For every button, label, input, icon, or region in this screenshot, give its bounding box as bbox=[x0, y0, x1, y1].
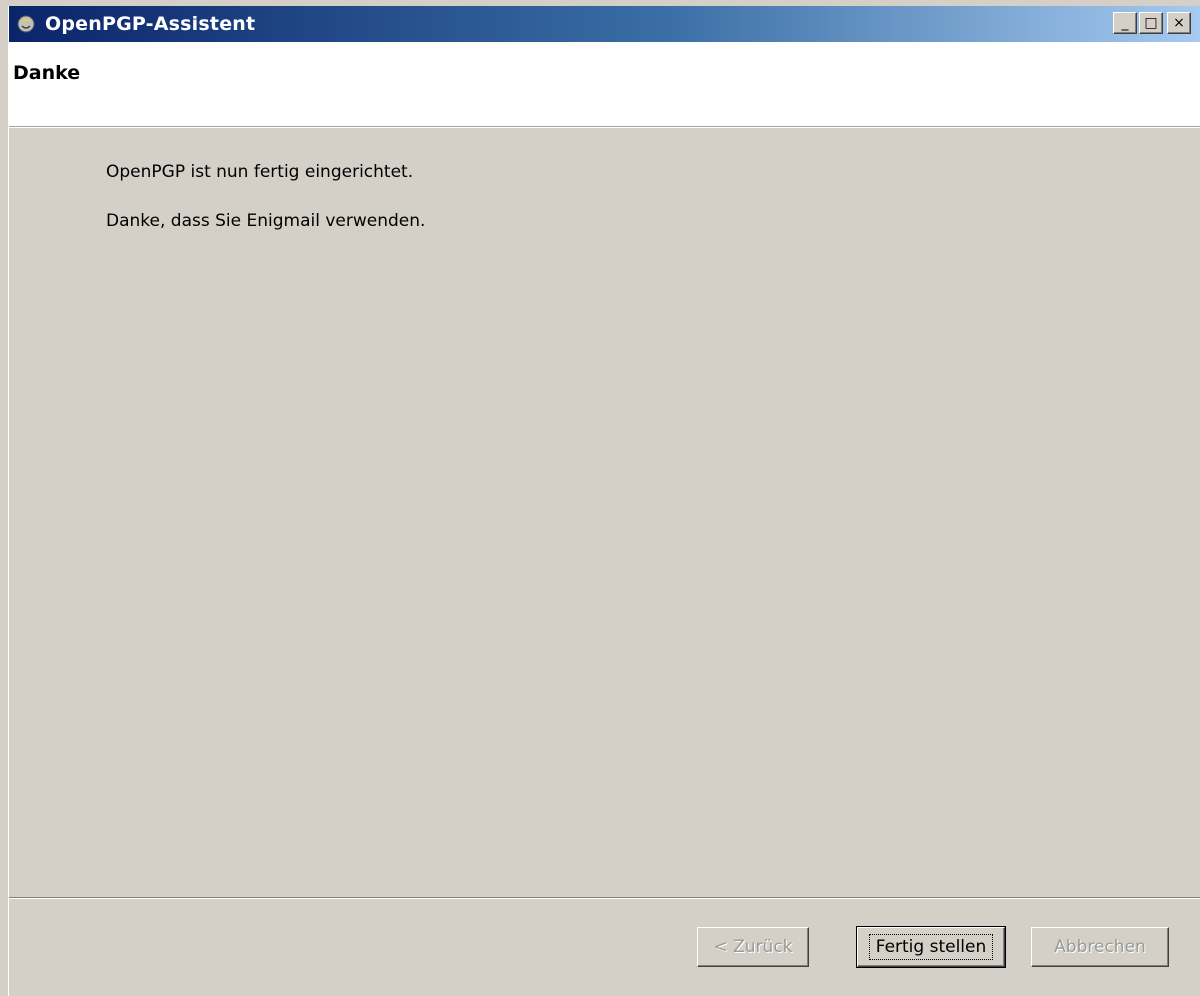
wizard-footer: < Zurück Fertig stellen Abbrechen bbox=[9, 899, 1200, 996]
minimize-button[interactable]: _ bbox=[1113, 12, 1137, 34]
app-icon bbox=[15, 13, 37, 35]
page-title: Danke bbox=[13, 62, 81, 84]
thanks-message: Danke, dass Sie Enigmail verwenden. bbox=[106, 211, 426, 231]
minimize-icon: _ bbox=[1121, 15, 1129, 31]
close-button[interactable]: × bbox=[1167, 12, 1191, 34]
status-message: OpenPGP ist nun fertig eingerichtet. bbox=[106, 162, 414, 182]
wizard-content: OpenPGP ist nun fertig eingerichtet. Dan… bbox=[9, 128, 1200, 898]
cancel-button[interactable]: Abbrechen bbox=[1031, 927, 1169, 967]
maximize-button[interactable]: □ bbox=[1139, 12, 1163, 34]
caption-buttons: _ □ × bbox=[1113, 12, 1191, 34]
wizard-header: Danke bbox=[9, 42, 1200, 127]
maximize-icon: □ bbox=[1144, 15, 1158, 31]
back-button[interactable]: < Zurück bbox=[697, 927, 809, 967]
finish-button[interactable]: Fertig stellen bbox=[856, 926, 1006, 968]
window-title: OpenPGP-Assistent bbox=[45, 13, 256, 35]
wizard-window: OpenPGP-Assistent _ □ × Danke OpenPGP is… bbox=[8, 6, 1200, 996]
title-bar[interactable]: OpenPGP-Assistent _ □ × bbox=[9, 6, 1200, 42]
finish-button-label: Fertig stellen bbox=[868, 934, 994, 960]
close-icon: × bbox=[1173, 15, 1185, 31]
